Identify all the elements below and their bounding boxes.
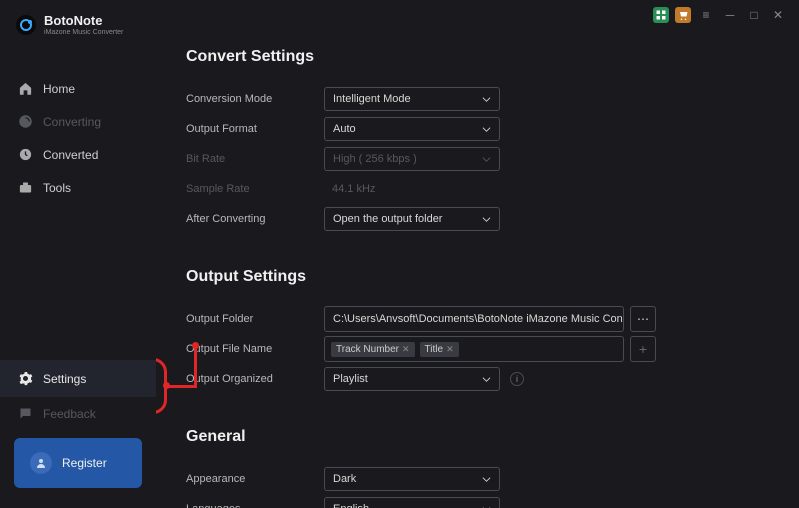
row-languages: Languages English bbox=[186, 494, 767, 508]
label-languages: Languages bbox=[186, 503, 324, 508]
spinner-icon bbox=[18, 114, 33, 129]
titlebar: ≡ ─ □ ✕ bbox=[653, 7, 787, 23]
app-subtitle: iMazone Music Converter bbox=[44, 29, 123, 36]
label-output-format: Output Format bbox=[186, 123, 324, 135]
chip-title[interactable]: Title✕ bbox=[420, 342, 459, 357]
label-sample-rate: Sample Rate bbox=[186, 183, 324, 195]
sidebar: BotoNote iMazone Music Converter Home Co… bbox=[0, 0, 156, 508]
menu-icon[interactable]: ≡ bbox=[697, 7, 715, 23]
input-output-filename[interactable]: Track Number✕ Title✕ bbox=[324, 336, 624, 362]
label-after-converting: After Converting bbox=[186, 213, 324, 225]
register-button[interactable]: Register bbox=[14, 438, 142, 488]
row-conversion-mode: Conversion Mode Intelligent Mode bbox=[186, 84, 767, 114]
chevron-down-icon bbox=[482, 95, 491, 104]
row-output-organized: Output Organized Playlist i bbox=[186, 364, 767, 394]
sidebar-item-label: Converted bbox=[43, 148, 98, 162]
select-output-organized[interactable]: Playlist bbox=[324, 367, 500, 391]
sidebar-item-label: Settings bbox=[43, 372, 86, 386]
label-output-filename: Output File Name bbox=[186, 343, 324, 355]
add-filename-token-button[interactable]: + bbox=[630, 336, 656, 362]
annotation-dot bbox=[192, 342, 199, 349]
select-languages[interactable]: English bbox=[324, 497, 500, 508]
sidebar-item-converting[interactable]: Converting bbox=[0, 105, 156, 138]
label-conversion-mode: Conversion Mode bbox=[186, 93, 324, 105]
nav-main: Home Converting Converted Tools bbox=[0, 48, 156, 360]
row-appearance: Appearance Dark bbox=[186, 464, 767, 494]
clock-icon bbox=[18, 147, 33, 162]
label-bit-rate: Bit Rate bbox=[186, 153, 324, 165]
apps-grid-icon[interactable] bbox=[653, 7, 669, 23]
select-output-format[interactable]: Auto bbox=[324, 117, 500, 141]
toolbox-icon bbox=[18, 180, 33, 195]
user-icon bbox=[30, 452, 52, 474]
chevron-down-icon bbox=[482, 505, 491, 508]
nav-bottom: Settings Feedback Register bbox=[0, 360, 156, 508]
chevron-down-icon bbox=[482, 375, 491, 384]
annotation-dot bbox=[163, 382, 170, 389]
row-output-folder: Output Folder C:\Users\Anvsoft\Documents… bbox=[186, 304, 767, 334]
row-sample-rate: Sample Rate 44.1 kHz bbox=[186, 174, 767, 204]
maximize-button[interactable]: □ bbox=[745, 7, 763, 23]
browse-folder-button[interactable]: ⋯ bbox=[630, 306, 656, 332]
sidebar-item-converted[interactable]: Converted bbox=[0, 138, 156, 171]
annotation-line bbox=[194, 345, 197, 388]
chevron-down-icon bbox=[482, 125, 491, 134]
select-conversion-mode[interactable]: Intelligent Mode bbox=[324, 87, 500, 111]
app-name: BotoNote bbox=[44, 14, 123, 27]
chevron-down-icon bbox=[482, 475, 491, 484]
sidebar-item-feedback[interactable]: Feedback bbox=[0, 397, 156, 430]
row-after-converting: After Converting Open the output folder bbox=[186, 204, 767, 234]
row-output-filename: Output File Name Track Number✕ Title✕ + bbox=[186, 334, 767, 364]
home-icon bbox=[18, 81, 33, 96]
main-content: ≡ ─ □ ✕ Convert Settings Conversion Mode… bbox=[156, 0, 799, 508]
logo-icon bbox=[16, 15, 36, 35]
info-icon[interactable]: i bbox=[510, 372, 524, 386]
select-after-converting[interactable]: Open the output folder bbox=[324, 207, 500, 231]
section-title-general: General bbox=[186, 428, 767, 446]
row-output-format: Output Format Auto bbox=[186, 114, 767, 144]
chip-remove-icon[interactable]: ✕ bbox=[402, 344, 410, 355]
row-bit-rate: Bit Rate High ( 256 kbps ) bbox=[186, 144, 767, 174]
register-label: Register bbox=[62, 456, 107, 470]
sidebar-item-settings[interactable]: Settings bbox=[0, 360, 156, 397]
input-output-folder[interactable]: C:\Users\Anvsoft\Documents\BotoNote iMaz… bbox=[324, 306, 624, 332]
sidebar-item-label: Tools bbox=[43, 181, 71, 195]
annotation-line bbox=[166, 385, 196, 388]
app-logo: BotoNote iMazone Music Converter bbox=[0, 10, 156, 48]
select-appearance[interactable]: Dark bbox=[324, 467, 500, 491]
chevron-down-icon bbox=[482, 215, 491, 224]
section-title-convert: Convert Settings bbox=[186, 48, 767, 66]
sidebar-item-home[interactable]: Home bbox=[0, 72, 156, 105]
sidebar-item-label: Converting bbox=[43, 115, 101, 129]
label-output-organized: Output Organized bbox=[186, 373, 324, 385]
gear-icon bbox=[18, 371, 33, 386]
chat-icon bbox=[18, 406, 33, 421]
cart-icon[interactable] bbox=[675, 7, 691, 23]
select-bit-rate: High ( 256 kbps ) bbox=[324, 147, 500, 171]
label-appearance: Appearance bbox=[186, 473, 324, 485]
minimize-button[interactable]: ─ bbox=[721, 7, 739, 23]
chip-remove-icon[interactable]: ✕ bbox=[446, 344, 454, 355]
chevron-down-icon bbox=[482, 155, 491, 164]
section-title-output: Output Settings bbox=[186, 268, 767, 286]
value-sample-rate: 44.1 kHz bbox=[324, 177, 500, 201]
sidebar-item-tools[interactable]: Tools bbox=[0, 171, 156, 204]
label-output-folder: Output Folder bbox=[186, 313, 324, 325]
sidebar-item-label: Feedback bbox=[43, 407, 96, 421]
close-button[interactable]: ✕ bbox=[769, 7, 787, 23]
chip-track-number[interactable]: Track Number✕ bbox=[331, 342, 415, 357]
sidebar-item-label: Home bbox=[43, 82, 75, 96]
